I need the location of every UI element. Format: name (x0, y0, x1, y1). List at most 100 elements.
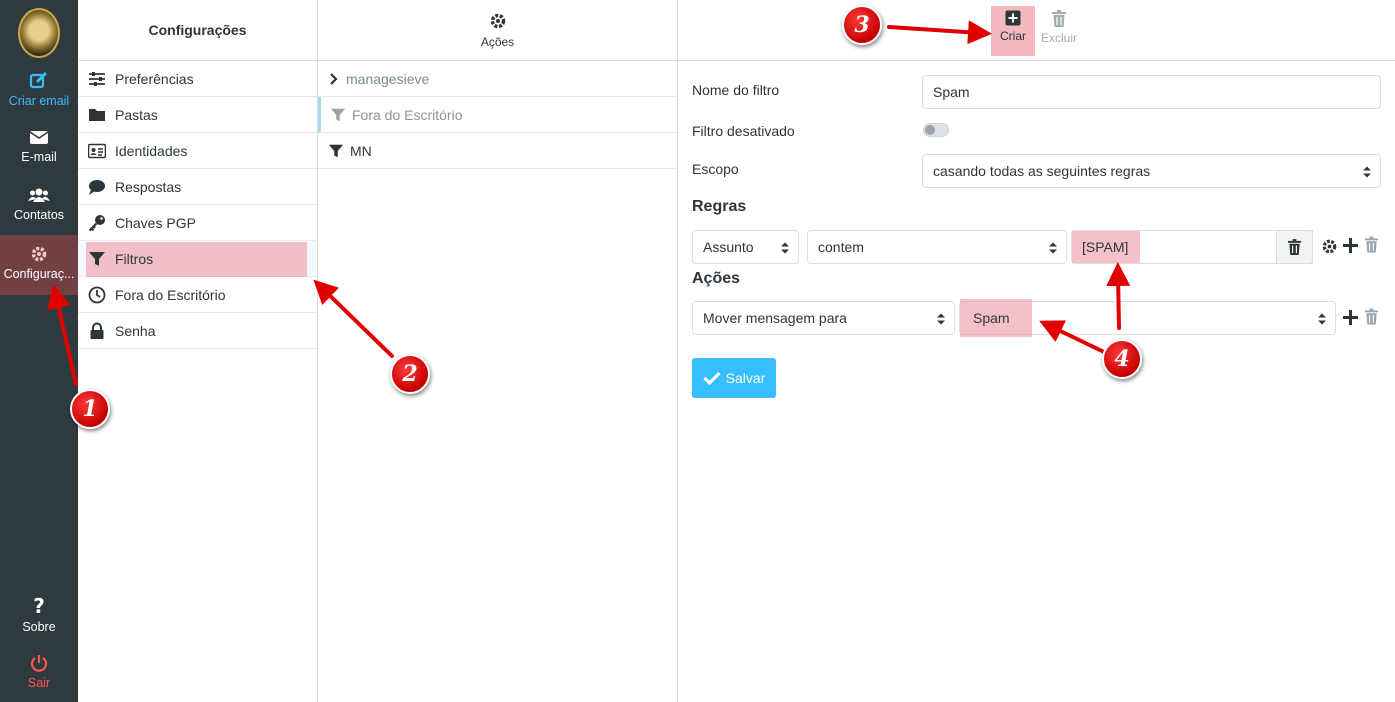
save-label: Salvar (725, 370, 766, 386)
filter-name-input[interactable]: Spam (922, 75, 1381, 109)
settings-item-password[interactable]: Senha (78, 313, 317, 349)
about-button[interactable]: ? Sobre (0, 596, 78, 634)
filter-item[interactable]: MN (318, 133, 677, 169)
action-type-select[interactable]: Mover mensagem para (692, 301, 955, 335)
question-icon: ? (33, 596, 45, 616)
settings-item-pgp-keys[interactable]: Chaves PGP (78, 205, 317, 241)
annotation-badge-2: 2 (390, 354, 430, 394)
logout-label: Sair (27, 676, 51, 690)
select-arrows-icon (781, 242, 789, 254)
gear-icon (490, 13, 505, 28)
add-rule-plus-icon[interactable] (1342, 237, 1359, 254)
svg-text:?: ? (33, 596, 45, 616)
power-icon (30, 655, 48, 672)
settings-item-folders[interactable]: Pastas (78, 97, 317, 133)
rule-clear-button[interactable] (1276, 230, 1313, 264)
settings-item-identities[interactable]: Identidades (78, 133, 317, 169)
save-button[interactable]: Salvar (692, 358, 776, 398)
action-type-value: Mover mensagem para (703, 310, 847, 326)
plus-square-icon (1005, 10, 1021, 26)
filter-item[interactable]: Fora do Escritório (318, 97, 677, 133)
settings-button[interactable]: Configuraç... (0, 235, 78, 295)
settings-item-label: Chaves PGP (115, 214, 196, 231)
settings-item-label: Senha (115, 322, 156, 339)
filter-icon (330, 108, 346, 121)
app-sidebar: Criar email E-mail Contatos Configuraç..… (0, 0, 78, 702)
remove-rule-trash-icon[interactable] (1364, 236, 1379, 254)
id-card-icon (88, 143, 106, 158)
scope-value: casando todas as seguintes regras (933, 163, 1151, 179)
logo (18, 8, 60, 58)
annotation-badge-3: 3 (842, 5, 882, 45)
filters-panel: Ações managesieve Fora do Escritório MN (318, 0, 678, 702)
settings-item-label: Filtros (115, 250, 154, 267)
rule-header-value: Assunto (703, 239, 754, 255)
lock-icon (90, 322, 104, 339)
clock-icon (88, 286, 106, 303)
actions-title: Ações (692, 270, 741, 287)
contacts-label: Contatos (13, 208, 65, 222)
compose-icon (29, 71, 48, 89)
trash-icon (1052, 10, 1066, 27)
scope-label: Escopo (692, 161, 739, 177)
settings-item-label: Respostas (115, 178, 182, 195)
sliders-icon (89, 71, 105, 86)
about-label: Sobre (22, 620, 56, 634)
add-action-plus-icon[interactable] (1342, 309, 1359, 326)
filter-disabled-label: Filtro desativado (692, 123, 795, 139)
scope-select[interactable]: casando todas as seguintes regras (922, 154, 1381, 188)
settings-item-out-of-office[interactable]: Fora do Escritório (78, 277, 317, 313)
settings-panel: Configurações Preferências Pastas Identi… (78, 0, 318, 702)
logout-button[interactable]: Sair (0, 654, 78, 690)
action-target-select[interactable]: Spam (959, 299, 1336, 337)
filter-icon (89, 251, 105, 266)
check-icon (703, 371, 721, 385)
settings-label: Configuraç... (3, 267, 75, 281)
filter-item-label: MN (350, 142, 372, 159)
filter-disabled-toggle[interactable] (923, 123, 949, 137)
filter-icon (328, 144, 344, 157)
action-target-value: Spam (960, 299, 1032, 337)
mail-label: E-mail (21, 150, 57, 164)
folder-icon (89, 108, 105, 121)
settings-item-label: Identidades (115, 142, 188, 159)
rule-header-select[interactable]: Assunto (692, 230, 799, 264)
settings-item-label: Pastas (115, 106, 158, 123)
settings-item-filters[interactable]: Filtros (78, 241, 317, 277)
form-toolbar: Criar Excluir (678, 0, 1395, 61)
filter-name-label: Nome do filtro (692, 82, 780, 98)
compose-button[interactable]: Criar email (0, 70, 78, 108)
select-arrows-icon (1363, 166, 1371, 178)
envelope-icon (29, 131, 49, 144)
create-label: Criar (1000, 29, 1026, 43)
rules-title: Regras (692, 198, 747, 215)
delete-label: Excluir (1040, 31, 1077, 45)
rule-advanced-gear-icon[interactable] (1321, 238, 1338, 255)
remove-action-trash-icon[interactable] (1364, 308, 1379, 326)
settings-title: Configurações (78, 0, 317, 61)
create-button[interactable]: Criar (991, 6, 1035, 56)
trash-icon (1287, 238, 1302, 255)
mail-button[interactable]: E-mail (0, 128, 78, 164)
key-icon (88, 214, 105, 231)
settings-item-preferences[interactable]: Preferências (78, 61, 317, 97)
filter-item-label: Fora do Escritório (352, 106, 463, 123)
gear-icon (31, 246, 47, 262)
annotation-badge-1: 1 (70, 389, 110, 429)
compose-label: Criar email (8, 94, 70, 108)
settings-item-responses[interactable]: Respostas (78, 169, 317, 205)
select-arrows-icon (1318, 313, 1326, 325)
filters-actions-label: Ações (480, 34, 515, 49)
filter-set-toggle[interactable]: managesieve (318, 61, 677, 97)
contacts-button[interactable]: Contatos (0, 186, 78, 222)
delete-button[interactable]: Excluir (1037, 6, 1081, 56)
select-arrows-icon (1049, 242, 1057, 254)
comment-icon (89, 179, 105, 195)
chevron-right-icon (330, 72, 338, 85)
settings-item-label: Fora do Escritório (115, 286, 226, 303)
filters-actions-menu[interactable]: Ações (318, 0, 677, 61)
users-icon (28, 188, 50, 202)
rule-value: [SPAM] (1072, 231, 1141, 263)
annotation-badge-4: 4 (1102, 339, 1142, 379)
rule-operator-select[interactable]: contem (807, 230, 1067, 264)
